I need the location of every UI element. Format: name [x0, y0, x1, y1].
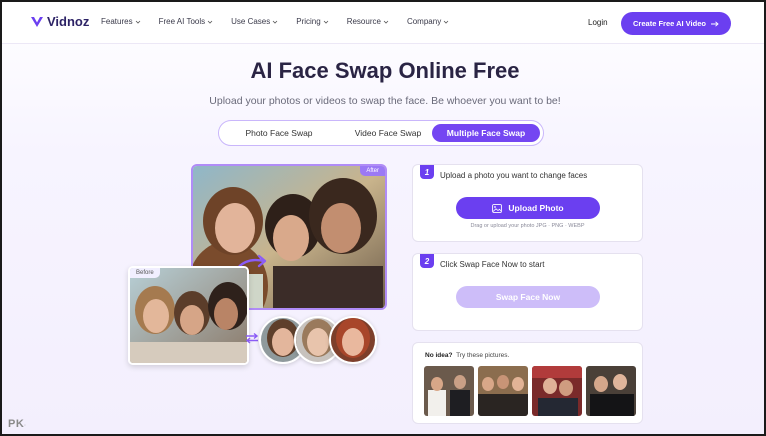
- swap-face-now-button[interactable]: Swap Face Now: [456, 286, 600, 308]
- swap-arrows-icon: [245, 332, 259, 344]
- sample-pictures-panel: No idea? Try these pictures.: [412, 342, 643, 424]
- login-link[interactable]: Login: [588, 18, 608, 27]
- menu-free-ai-tools[interactable]: Free AI Tools: [159, 17, 214, 26]
- create-free-ai-video-button[interactable]: Create Free AI Video: [621, 12, 731, 35]
- sample-photo-3: [532, 366, 582, 416]
- menu-company[interactable]: Company: [407, 17, 449, 26]
- menu-use-cases[interactable]: Use Cases: [231, 17, 278, 26]
- sample-prompt-text: Try these pictures.: [456, 352, 510, 359]
- sample-photo-4: [586, 366, 636, 416]
- vidnoz-logo-icon: [31, 16, 43, 27]
- sample-prompt-bold: No idea?: [425, 352, 453, 359]
- chevron-down-icon: [383, 20, 389, 24]
- page-frame: Vidnoz Features Free AI Tools Use Cases …: [0, 0, 766, 436]
- watermark-text: PK: [8, 418, 25, 430]
- arrow-right-icon: [710, 20, 719, 27]
- after-badge: After: [360, 166, 385, 176]
- swap-panel: 2 Click Swap Face Now to start Swap Face…: [412, 253, 643, 331]
- page-title: AI Face Swap Online Free: [250, 58, 520, 83]
- step1-instruction: Upload a photo you want to change faces: [440, 171, 588, 180]
- before-photo: [130, 268, 247, 363]
- menu-resource[interactable]: Resource: [347, 17, 389, 26]
- menu-pricing[interactable]: Pricing: [296, 17, 328, 26]
- vidnoz-logo[interactable]: Vidnoz: [30, 14, 89, 29]
- step-number-2: 2: [420, 254, 434, 268]
- menu-free-ai-tools-label: Free AI Tools: [158, 17, 206, 26]
- sample-photo-2: [478, 366, 528, 416]
- face-photo-3: [331, 318, 375, 362]
- page-subtitle: Upload your photos or videos to swap the…: [209, 95, 561, 107]
- upload-photo-button[interactable]: Upload Photo: [456, 197, 600, 219]
- sample-picture-1[interactable]: [424, 366, 474, 416]
- chevron-down-icon: [272, 20, 278, 24]
- before-preview-image: Before: [128, 266, 249, 365]
- upload-hint: Drag or upload your photo JPG · PNG · WE…: [470, 223, 585, 229]
- menu-use-cases-label: Use Cases: [231, 17, 271, 26]
- upload-photo-label: Upload Photo: [508, 203, 564, 213]
- logo-text: Vidnoz: [47, 14, 90, 29]
- menu-features-label: Features: [101, 17, 133, 26]
- step2-instruction: Click Swap Face Now to start: [440, 260, 545, 269]
- upload-panel: 1 Upload a photo you want to change face…: [412, 164, 643, 242]
- image-icon: [492, 203, 503, 213]
- sample-picture-2[interactable]: [478, 366, 528, 416]
- menu-pricing-label: Pricing: [296, 17, 321, 26]
- cta-label: Create Free AI Video: [633, 19, 706, 28]
- sample-thumbnails: [424, 366, 636, 416]
- chevron-down-icon: [323, 20, 328, 24]
- main-menu: Features Free AI Tools Use Cases Pricing…: [101, 17, 467, 26]
- tab-multiple-face-swap[interactable]: Multiple Face Swap: [432, 124, 540, 142]
- menu-features[interactable]: Features: [101, 17, 141, 26]
- sample-picture-4[interactable]: [586, 366, 636, 416]
- swap-mode-tabs: Photo Face Swap Video Face Swap Multiple…: [218, 120, 544, 146]
- step-number-1: 1: [420, 165, 434, 179]
- top-navigation: Vidnoz Features Free AI Tools Use Cases …: [2, 2, 764, 44]
- chevron-down-icon: [443, 20, 449, 24]
- menu-resource-label: Resource: [346, 17, 381, 26]
- sample-prompt: No idea? Try these pictures.: [425, 352, 509, 359]
- chevron-down-icon: [207, 20, 213, 24]
- chevron-down-icon: [135, 20, 140, 24]
- source-face-3: [329, 316, 377, 364]
- sample-picture-3[interactable]: [532, 366, 582, 416]
- tab-photo-face-swap[interactable]: Photo Face Swap: [225, 124, 333, 142]
- menu-company-label: Company: [406, 17, 442, 26]
- sample-photo-1: [424, 366, 474, 416]
- before-badge: Before: [130, 268, 160, 278]
- tab-video-face-swap[interactable]: Video Face Swap: [334, 124, 442, 142]
- watermark: PK·: [8, 418, 26, 430]
- watermark-sub: ·: [24, 423, 27, 429]
